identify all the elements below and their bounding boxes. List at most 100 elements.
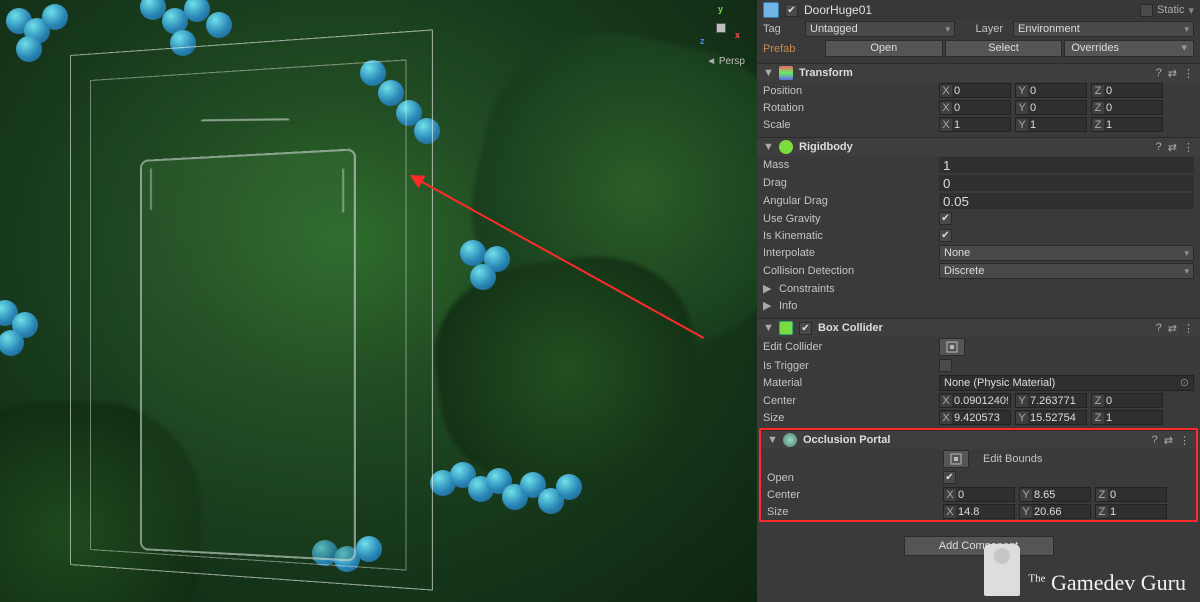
op-center-z-input[interactable] [1108,488,1166,501]
rotation-label: Rotation [763,102,933,114]
bc-center-y-input[interactable] [1028,394,1086,407]
component-occlusion-portal: ▼ Occlusion Portal ?⇄⋮ Edit Bounds Open … [761,430,1196,520]
prefab-row: Prefab Open Select Overrides▾ [757,38,1200,59]
edit-bounds-button[interactable] [943,450,969,468]
prefab-label: Prefab [763,43,823,55]
op-size-label: Size [767,506,937,518]
rotation-y-input[interactable] [1028,101,1086,114]
watermark-prefix: The [1028,573,1045,585]
gameobject-name[interactable]: DoorHuge01 [804,3,872,17]
help-icon[interactable]: ? [1156,322,1162,335]
drag-input[interactable] [939,175,1194,191]
scale-x-input[interactable] [952,118,1010,131]
bc-size-vector: X Y Z [939,410,1194,425]
bc-size-x-input[interactable] [952,411,1010,424]
component-box-collider: ▼ Box Collider ?⇄⋮ Edit Collider Is Trig… [757,318,1200,426]
tag-dropdown[interactable]: Untagged [805,21,955,37]
scale-label: Scale [763,119,933,131]
tag-label: Tag [763,23,799,35]
op-center-y-input[interactable] [1032,488,1090,501]
op-open-label: Open [767,472,937,484]
static-checkbox[interactable] [1140,4,1153,17]
projection-label[interactable]: Persp [706,56,745,67]
bc-size-z-input[interactable] [1104,411,1162,424]
transform-icon [779,66,793,80]
help-icon[interactable]: ? [1156,141,1162,154]
angular-drag-label: Angular Drag [763,195,933,207]
collision-detection-label: Collision Detection [763,265,933,277]
rotation-vector: X Y Z [939,100,1194,115]
static-label: Static [1157,4,1185,16]
angular-drag-input[interactable] [939,193,1194,209]
prefab-select-button[interactable]: Select [945,40,1063,57]
gameobject-icon[interactable] [763,2,779,18]
gameobject-enabled-checkbox[interactable] [785,4,798,17]
foldout-icon[interactable]: ▼ [763,67,773,79]
bc-center-vector: X Y Z [939,393,1194,408]
axis-z-label: z [700,36,705,46]
door-frame [140,148,356,561]
layer-label: Layer [961,23,1003,35]
mass-input[interactable] [939,157,1194,173]
material-label: Material [763,377,933,389]
foldout-icon[interactable]: ▶ [763,282,773,295]
info-label[interactable]: Info [779,300,797,312]
foldout-icon[interactable]: ▼ [763,322,773,334]
rotation-z-input[interactable] [1104,101,1162,114]
bc-center-label: Center [763,395,933,407]
prefab-overrides-dropdown[interactable]: Overrides▾ [1064,40,1194,57]
box-collider-icon [779,321,793,335]
bc-center-z-input[interactable] [1104,394,1162,407]
object-header: DoorHuge01 Static ▾ [757,0,1200,20]
scale-vector: X Y Z [939,117,1194,132]
op-center-vector: X Y Z [943,487,1190,502]
scene-view[interactable]: y x z Persp [0,0,757,602]
position-y-input[interactable] [1028,84,1086,97]
collision-detection-dropdown[interactable]: Discrete [939,263,1194,279]
box-collider-enabled-checkbox[interactable] [799,322,812,335]
material-field[interactable]: None (Physic Material)⊙ [939,375,1194,391]
component-title: Occlusion Portal [803,434,890,446]
help-icon[interactable]: ? [1152,434,1158,447]
orientation-gizmo[interactable]: y x z [701,8,741,48]
op-open-checkbox[interactable] [943,471,956,484]
is-kinematic-checkbox[interactable] [939,229,952,242]
rotation-x-input[interactable] [952,101,1010,114]
is-kinematic-label: Is Kinematic [763,230,933,242]
foldout-icon[interactable]: ▼ [763,141,773,153]
foldout-icon[interactable]: ▼ [767,434,777,446]
menu-icon[interactable]: ⋮ [1183,322,1194,335]
axis-y-label: y [718,4,723,14]
scale-y-input[interactable] [1028,118,1086,131]
op-center-x-input[interactable] [956,488,1014,501]
help-icon[interactable]: ? [1156,67,1162,80]
constraints-label[interactable]: Constraints [779,283,835,295]
op-size-z-input[interactable] [1108,505,1166,518]
bc-center-x-input[interactable] [952,394,1010,407]
is-trigger-checkbox[interactable] [939,359,952,372]
position-x-input[interactable] [952,84,1010,97]
interpolate-label: Interpolate [763,247,933,259]
edit-collider-button[interactable] [939,338,965,356]
menu-icon[interactable]: ⋮ [1179,434,1190,447]
menu-icon[interactable]: ⋮ [1183,67,1194,80]
prefab-open-button[interactable]: Open [825,40,943,57]
op-size-y-input[interactable] [1032,505,1090,518]
op-size-x-input[interactable] [956,505,1014,518]
static-toggle[interactable]: Static ▾ [1140,4,1194,17]
layer-dropdown[interactable]: Environment [1013,21,1194,37]
use-gravity-checkbox[interactable] [939,212,952,225]
menu-icon[interactable]: ⋮ [1183,141,1194,154]
foldout-icon[interactable]: ▶ [763,299,773,312]
component-title: Box Collider [818,322,883,334]
preset-icon[interactable]: ⇄ [1168,322,1177,335]
position-z-input[interactable] [1104,84,1162,97]
is-trigger-label: Is Trigger [763,360,933,372]
bc-size-y-input[interactable] [1028,411,1086,424]
preset-icon[interactable]: ⇄ [1168,141,1177,154]
preset-icon[interactable]: ⇄ [1164,434,1173,447]
scale-z-input[interactable] [1104,118,1162,131]
interpolate-dropdown[interactable]: None [939,245,1194,261]
preset-icon[interactable]: ⇄ [1168,67,1177,80]
watermark: The Gamedev Guru [984,544,1186,596]
